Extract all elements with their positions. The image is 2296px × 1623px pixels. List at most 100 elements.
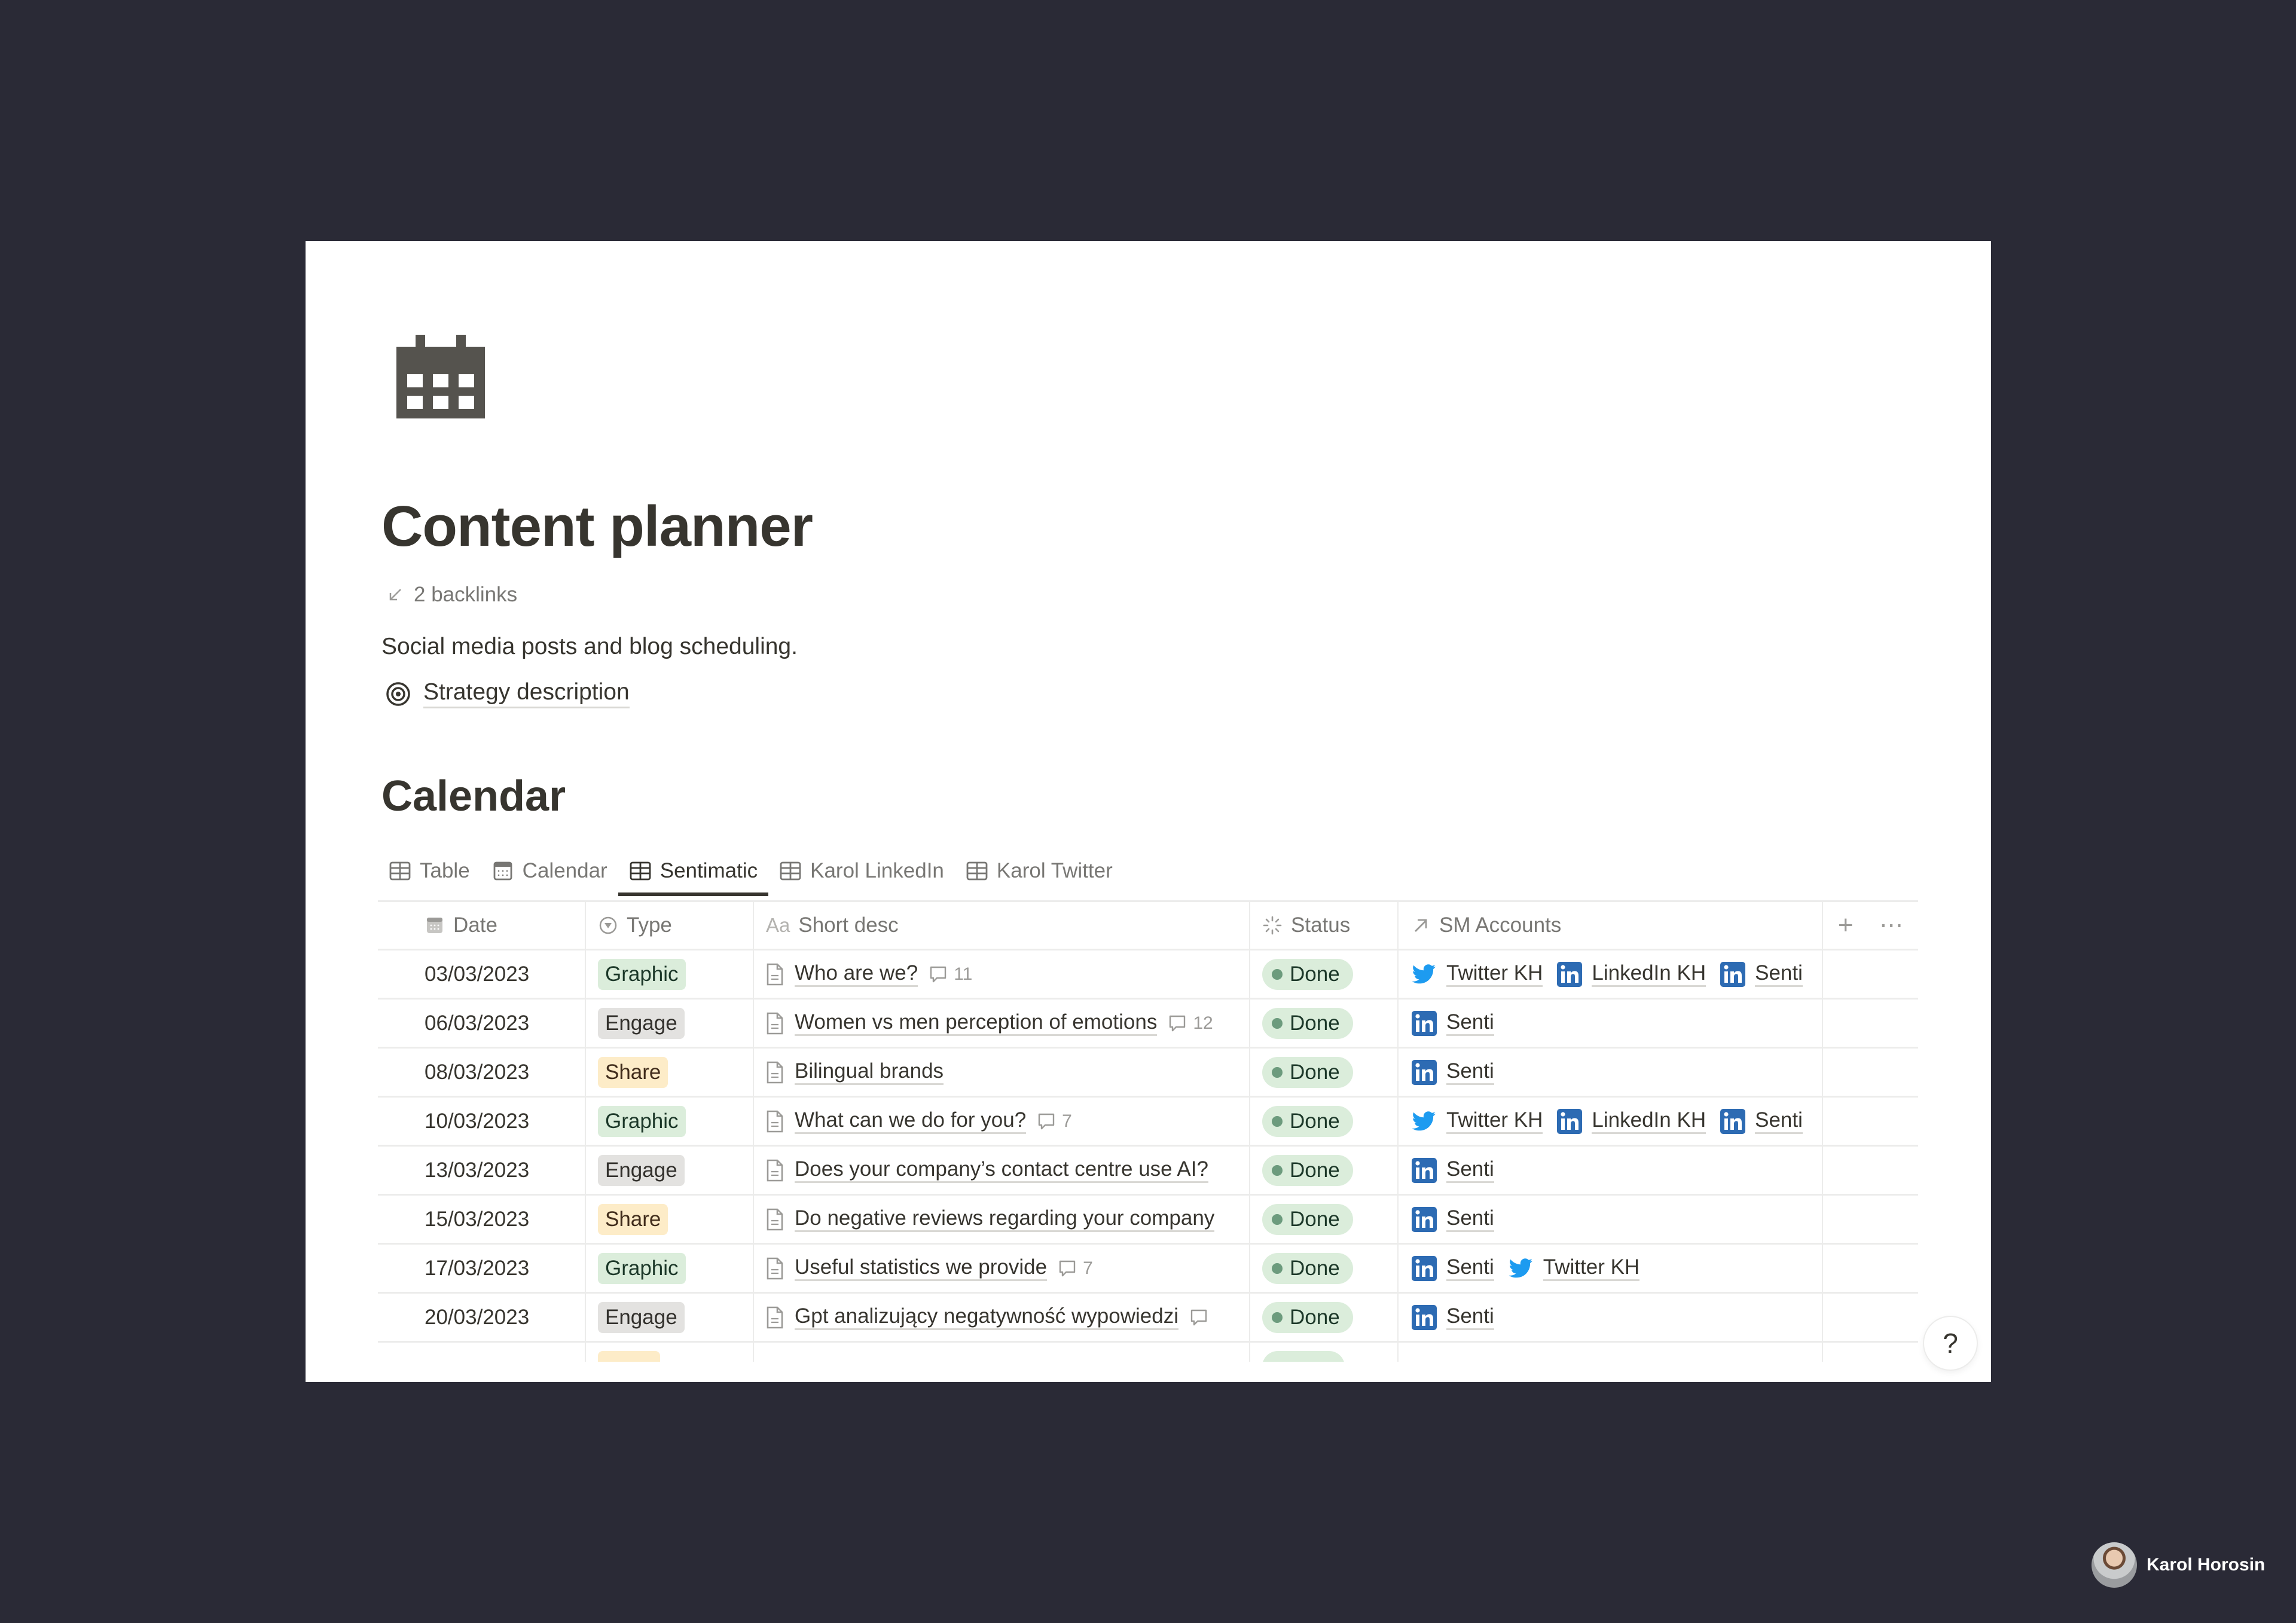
- table-row[interactable]: 06/03/2023 Engage Women vs men perception …: [378, 1000, 1918, 1049]
- table-row[interactable]: 20/03/2023 Engage Gpt analizujący negatywn…: [378, 1294, 1918, 1343]
- short-desc-cell[interactable]: Do negative reviews regarding your compa…: [754, 1196, 1250, 1243]
- short-desc-cell[interactable]: Who are we? 11: [754, 950, 1250, 998]
- tab-table[interactable]: Table: [378, 852, 481, 890]
- backlinks-button[interactable]: 2 backlinks: [386, 583, 517, 607]
- table-row[interactable]: 17/03/2023 Graphic Useful statistics we pr…: [378, 1245, 1918, 1294]
- comment-count[interactable]: 12: [1168, 1013, 1213, 1034]
- sm-accounts-cell[interactable]: Senti: [1399, 1294, 1823, 1341]
- more-options-button[interactable]: ⋯: [1879, 912, 1903, 939]
- short-desc-cell[interactable]: Bilingual brands: [754, 1049, 1250, 1096]
- account-linkedin[interactable]: Senti: [1719, 961, 1803, 988]
- strategy-link[interactable]: Strategy description: [385, 679, 630, 708]
- page-title[interactable]: Content planner: [381, 498, 813, 555]
- account-linkedin[interactable]: Senti: [1410, 1157, 1494, 1184]
- short-desc-cell[interactable]: What can we do for you? 7: [754, 1098, 1250, 1145]
- notion-page: Content planner 2 backlinks Social media…: [306, 241, 1991, 1382]
- page-link[interactable]: Do negative reviews regarding your compa…: [795, 1206, 1215, 1232]
- page-link[interactable]: Does your company’s contact centre use A…: [795, 1157, 1208, 1183]
- status-cell[interactable]: Done: [1250, 1294, 1399, 1341]
- status-cell[interactable]: Done: [1250, 950, 1399, 998]
- tab-calendar[interactable]: Calendar: [481, 852, 618, 890]
- page-link[interactable]: Bilingual brands: [795, 1059, 944, 1085]
- sm-accounts-cell[interactable]: Senti: [1399, 1000, 1823, 1047]
- account-linkedin[interactable]: LinkedIn KH: [1556, 1108, 1706, 1135]
- tab-karol-twitter[interactable]: Karol Twitter: [955, 852, 1123, 890]
- account-linkedin[interactable]: Senti: [1410, 1059, 1494, 1086]
- type-cell[interactable]: Share: [586, 1049, 754, 1096]
- column-header-short-desc[interactable]: Aa Short desc: [754, 902, 1250, 949]
- account-linkedin[interactable]: Senti: [1719, 1108, 1803, 1135]
- sm-accounts-cell[interactable]: Senti: [1399, 1147, 1823, 1194]
- add-property-button[interactable]: +: [1838, 910, 1854, 940]
- date-cell[interactable]: 13/03/2023: [378, 1147, 586, 1194]
- page-link[interactable]: Who are we?: [795, 961, 918, 987]
- tab-sentimatic[interactable]: Sentimatic: [618, 852, 769, 896]
- account-twitter[interactable]: Twitter KH: [1410, 961, 1543, 988]
- date-cell[interactable]: 20/03/2023: [378, 1294, 586, 1341]
- type-cell[interactable]: Engage: [586, 1000, 754, 1047]
- sm-accounts-cell[interactable]: Senti: [1399, 1049, 1823, 1096]
- date-cell[interactable]: 15/03/2023: [378, 1196, 586, 1243]
- column-header-type[interactable]: Type: [586, 902, 754, 949]
- type-cell[interactable]: Engage: [586, 1294, 754, 1341]
- comment-icon: [1059, 1260, 1076, 1276]
- sm-accounts-cell[interactable]: Twitter KH LinkedIn KH Senti: [1399, 1098, 1823, 1145]
- status-badge: Done: [1262, 1252, 1353, 1284]
- short-desc-cell[interactable]: Does your company’s contact centre use A…: [754, 1147, 1250, 1194]
- comment-count[interactable]: 7: [1037, 1111, 1072, 1132]
- short-desc-cell[interactable]: Useful statistics we provide 7: [754, 1245, 1250, 1292]
- date-cell[interactable]: 08/03/2023: [378, 1049, 586, 1096]
- table-row[interactable]: 10/03/2023 Graphic What can we do for you?…: [378, 1098, 1918, 1147]
- status-cell[interactable]: Done: [1250, 1196, 1399, 1243]
- page-link[interactable]: Gpt analizujący negatywność wypowiedzi: [795, 1304, 1178, 1330]
- date-cell[interactable]: 06/03/2023: [378, 1000, 586, 1047]
- tab-karol-linkedin[interactable]: Karol LinkedIn: [768, 852, 955, 890]
- comment-count[interactable]: 11: [929, 964, 972, 985]
- status-cell[interactable]: Done: [1250, 1147, 1399, 1194]
- account-linkedin[interactable]: Senti: [1410, 1255, 1494, 1282]
- linkedin-icon: [1412, 1304, 1437, 1330]
- status-cell[interactable]: Done: [1250, 1098, 1399, 1145]
- sm-accounts-cell[interactable]: Senti: [1399, 1196, 1823, 1243]
- date-cell[interactable]: 10/03/2023: [378, 1098, 586, 1145]
- date-cell[interactable]: 03/03/2023: [378, 950, 586, 998]
- column-header-date[interactable]: Date: [378, 902, 586, 949]
- status-cell[interactable]: Done: [1250, 1245, 1399, 1292]
- table-icon: [780, 861, 801, 881]
- sm-accounts-cell[interactable]: Twitter KH LinkedIn KH Senti: [1399, 950, 1823, 998]
- type-cell[interactable]: Engage: [586, 1147, 754, 1194]
- database-title[interactable]: Calendar: [381, 775, 566, 818]
- account-linkedin[interactable]: Senti: [1410, 1010, 1494, 1037]
- account-twitter[interactable]: Twitter KH: [1410, 1108, 1543, 1135]
- type-cell[interactable]: Graphic: [586, 1098, 754, 1145]
- type-cell[interactable]: Share: [586, 1196, 754, 1243]
- table-row[interactable]: 08/03/2023 Share Bilingual brands Done Senti: [378, 1049, 1918, 1098]
- help-button[interactable]: ?: [1924, 1317, 1977, 1370]
- short-desc-cell[interactable]: Gpt analizujący negatywność wypowiedzi: [754, 1294, 1250, 1341]
- status-cell[interactable]: Done: [1250, 1049, 1399, 1096]
- page-link[interactable]: What can we do for you?: [795, 1108, 1027, 1134]
- page-link[interactable]: Women vs men perception of emotions: [795, 1010, 1158, 1036]
- column-header-status[interactable]: Status: [1250, 902, 1399, 949]
- table-row[interactable]: 13/03/2023 Engage Does your company’s cont…: [378, 1147, 1918, 1196]
- sm-accounts-cell[interactable]: Senti Twitter KH: [1399, 1245, 1823, 1292]
- comment-count[interactable]: 7: [1058, 1258, 1093, 1279]
- table-row[interactable]: 15/03/2023 Share Do negative reviews regar…: [378, 1196, 1918, 1245]
- short-desc-cell[interactable]: Women vs men perception of emotions 12: [754, 1000, 1250, 1047]
- status-dot-icon: [1272, 1164, 1283, 1176]
- page-link[interactable]: Useful statistics we provide: [795, 1255, 1048, 1281]
- comment-count[interactable]: [1189, 1308, 1208, 1327]
- account-linkedin[interactable]: LinkedIn KH: [1556, 961, 1706, 988]
- account-linkedin[interactable]: Senti: [1410, 1206, 1494, 1233]
- table-row-partial[interactable]: [378, 1343, 1918, 1362]
- column-header-sm-accounts[interactable]: SM Accounts: [1399, 902, 1823, 949]
- date-cell[interactable]: 17/03/2023: [378, 1245, 586, 1292]
- account-linkedin[interactable]: Senti: [1410, 1304, 1494, 1331]
- status-cell[interactable]: Done: [1250, 1000, 1399, 1047]
- avatar: [2092, 1542, 2137, 1588]
- type-cell[interactable]: Graphic: [586, 950, 754, 998]
- status-dot-icon: [1272, 1263, 1283, 1274]
- type-cell[interactable]: Graphic: [586, 1245, 754, 1292]
- table-row[interactable]: 03/03/2023 Graphic Who are we? 11 Done Twitte…: [378, 950, 1918, 1000]
- account-twitter[interactable]: Twitter KH: [1507, 1255, 1640, 1282]
